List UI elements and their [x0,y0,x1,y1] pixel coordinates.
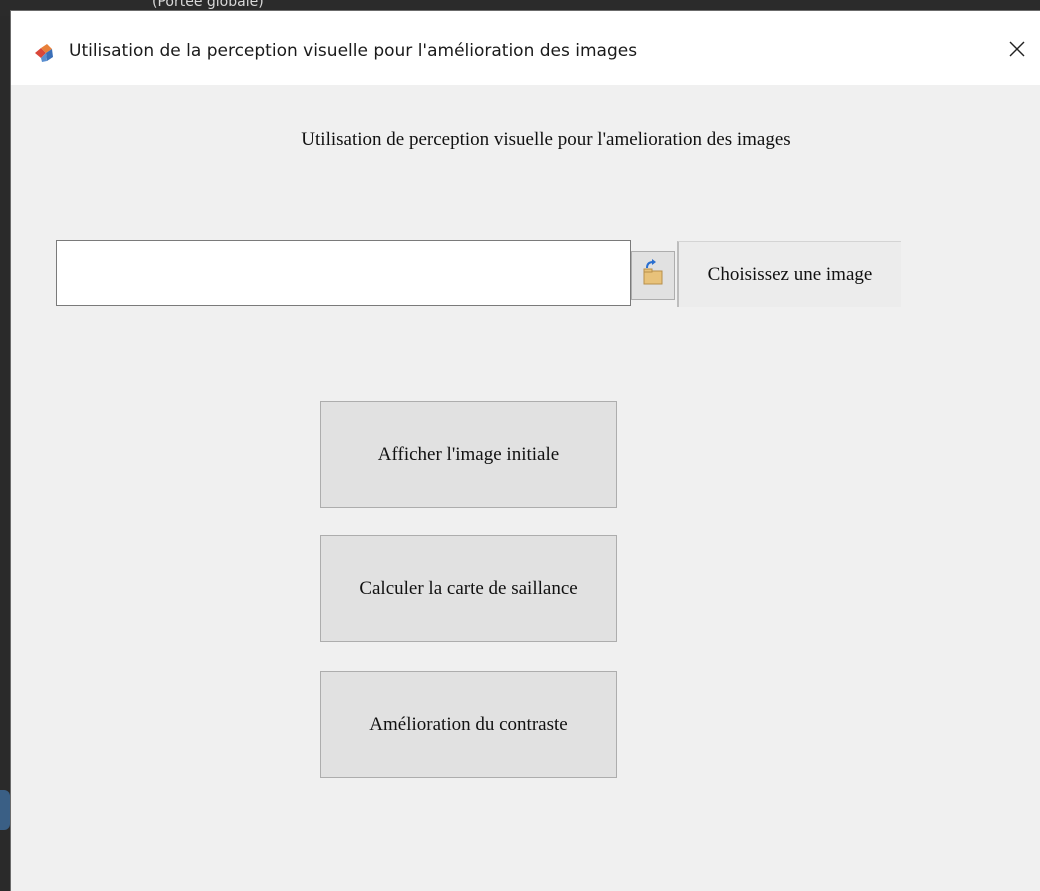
folder-open-icon [641,259,665,292]
title-bar: Utilisation de la perception visuelle po… [11,11,1040,85]
close-icon [1008,40,1026,63]
window-title: Utilisation de la perception visuelle po… [69,41,638,61]
background-left-edge [0,16,10,891]
app-window: Utilisation de la perception visuelle po… [10,10,1040,891]
background-partial-control [0,790,10,830]
contrast-enhancement-button[interactable]: Amélioration du contraste [320,671,617,778]
choose-image-button[interactable]: Choisissez une image [677,241,901,307]
browse-button[interactable] [631,251,675,300]
page-title: Utilisation de perception visuelle pour … [301,129,791,150]
matlab-app-icon [33,41,55,63]
background-window-text: (Portée globale) [152,0,264,10]
show-initial-image-button[interactable]: Afficher l'image initiale [320,401,617,508]
close-button[interactable] [994,29,1040,73]
compute-saliency-map-button[interactable]: Calculer la carte de saillance [320,535,617,642]
image-path-input[interactable] [56,240,631,306]
